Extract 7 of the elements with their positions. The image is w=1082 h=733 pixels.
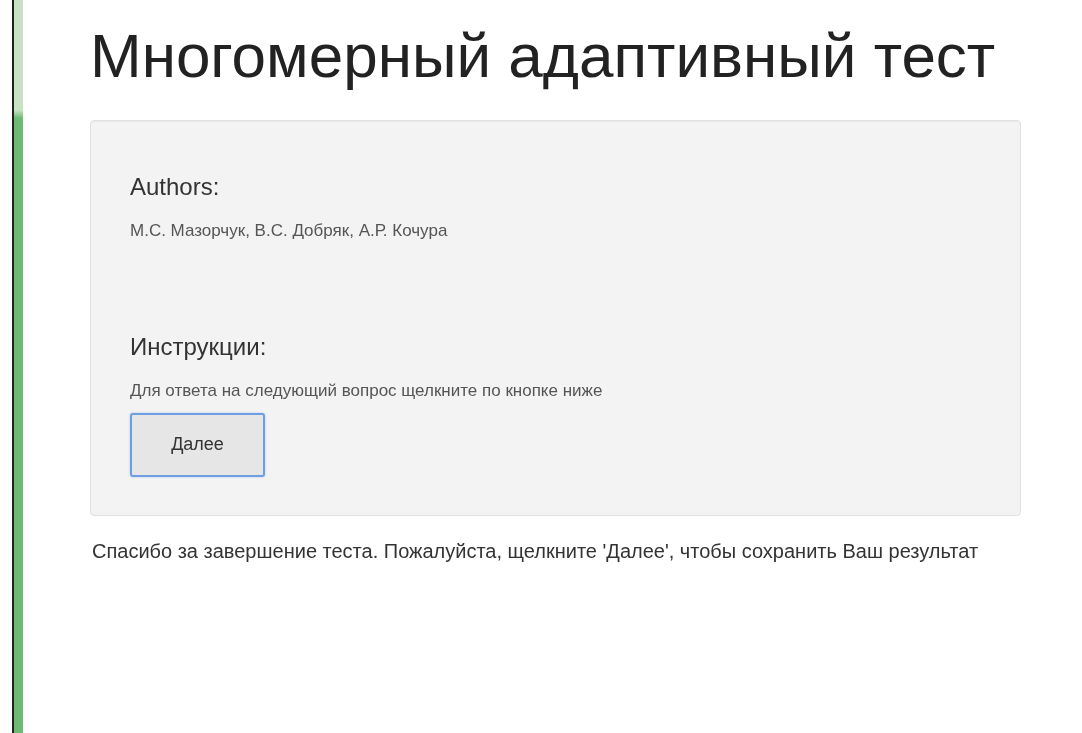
page-title: Многомерный адаптивный тест bbox=[90, 20, 997, 92]
footer-note: Спасибо за завершение теста. Пожалуйста, щелкните 'Далее', чтобы сохранить Ваш результат bbox=[92, 540, 980, 563]
instructions-heading: Инструкции: bbox=[130, 333, 268, 361]
authors-text: М.С. Мазорчук, В.С. Добряк, А.Р. Кочура bbox=[130, 221, 449, 241]
instructions-text: Для ответа на следующий вопрос щелкните по кнопке ниже bbox=[130, 381, 604, 401]
authors-heading: Authors: bbox=[130, 173, 221, 201]
next-button[interactable]: Далее bbox=[130, 413, 265, 477]
